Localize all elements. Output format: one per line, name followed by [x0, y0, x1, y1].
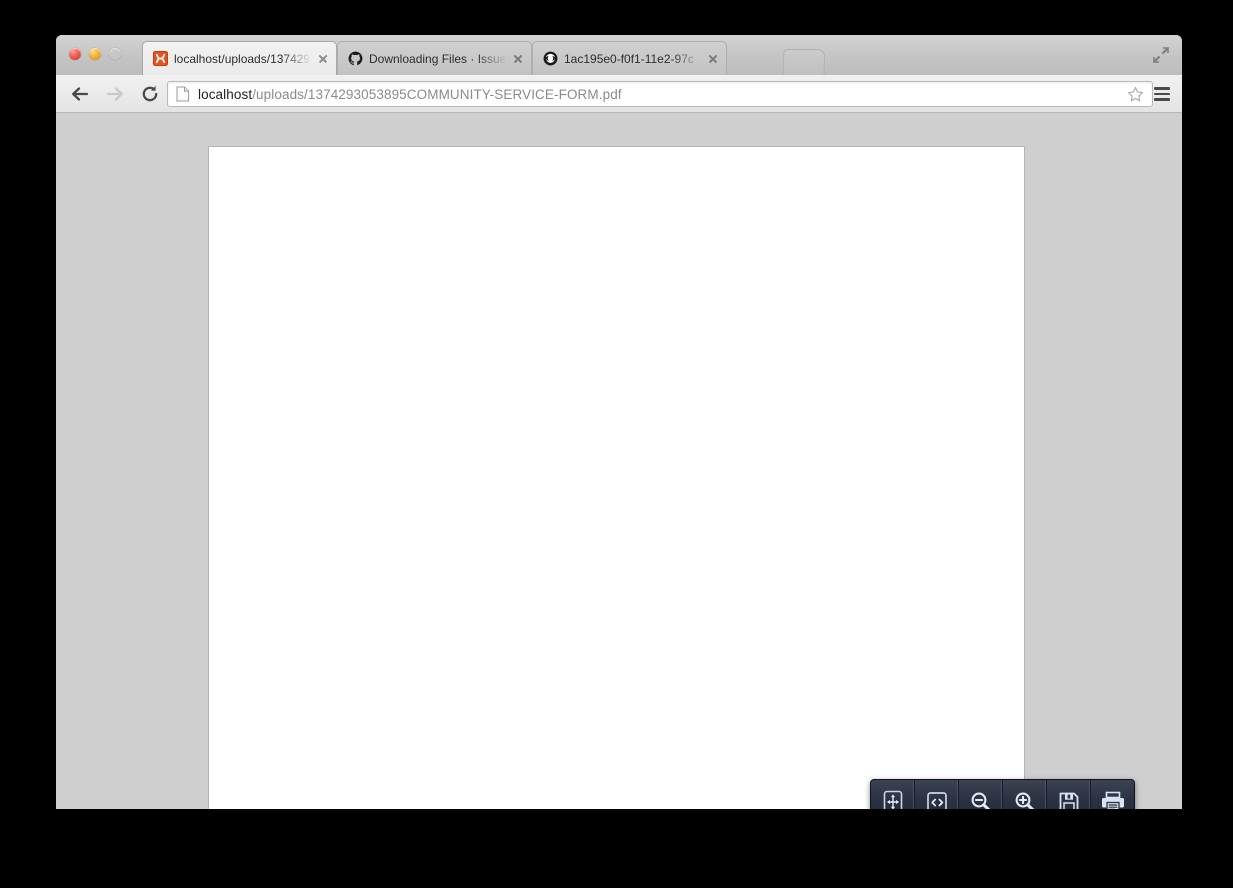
tab-strip: localhost/uploads/137429 Downloading Fil… [56, 35, 1182, 76]
window-close-button[interactable] [69, 48, 81, 60]
window-minimize-button[interactable] [89, 48, 101, 60]
tab-close-icon[interactable] [316, 52, 330, 66]
github-favicon [542, 51, 558, 67]
fullscreen-expand-icon[interactable] [1150, 44, 1172, 66]
address-bar[interactable]: localhost/uploads/1374293053895COMMUNITY… [167, 81, 1153, 107]
zoom-out-button[interactable]: Zoom Out [959, 780, 1003, 809]
window-zoom-button[interactable] [109, 48, 121, 60]
tab-title: 1ac195e0-f0f1-11e2-97c [564, 51, 694, 66]
new-tab-button[interactable]: New tab [782, 49, 826, 75]
navigation-toolbar: Back Forward Reload [56, 75, 1182, 113]
github-favicon [347, 51, 363, 67]
arrow-right-icon[interactable]: Forward [104, 83, 126, 105]
star-icon[interactable] [1124, 86, 1146, 103]
zoom-in-button[interactable]: Zoom In [1003, 780, 1047, 809]
fit-page-button[interactable]: Fit Page [871, 780, 915, 809]
tab-1ac195e0[interactable]: 1ac195e0-f0f1-11e2-97c [532, 41, 727, 75]
tab-title: Downloading Files · Issue # [369, 51, 507, 66]
hamburger-menu-icon[interactable] [1152, 84, 1172, 104]
pdf-page [208, 146, 1025, 809]
url-text[interactable]: localhost/uploads/1374293053895COMMUNITY… [198, 87, 1124, 102]
document-icon [176, 86, 192, 102]
pdf-viewer: Fit Page Fit Width Z [56, 113, 1182, 809]
tab-title: localhost/uploads/137429 [174, 51, 311, 66]
arrow-left-icon[interactable]: Back [69, 83, 91, 105]
tab-downloading-files-issue[interactable]: Downloading Files · Issue # [337, 41, 532, 75]
xampp-favicon [152, 51, 168, 67]
save-button[interactable]: Save [1047, 780, 1091, 809]
browser-window: localhost/uploads/137429 Downloading Fil… [56, 35, 1182, 809]
tab-close-icon[interactable] [706, 52, 720, 66]
reload-icon[interactable]: Reload [139, 83, 161, 105]
screen-bezel: localhost/uploads/137429 Downloading Fil… [0, 0, 1233, 888]
fit-width-button[interactable]: Fit Width [915, 780, 959, 809]
pdf-toolbar: Fit Page Fit Width Z [870, 779, 1135, 809]
tab-close-icon[interactable] [511, 52, 525, 66]
window-controls [69, 48, 121, 60]
print-button[interactable]: Print [1091, 780, 1134, 809]
tab-localhost-pdf[interactable]: localhost/uploads/137429 [142, 41, 337, 75]
